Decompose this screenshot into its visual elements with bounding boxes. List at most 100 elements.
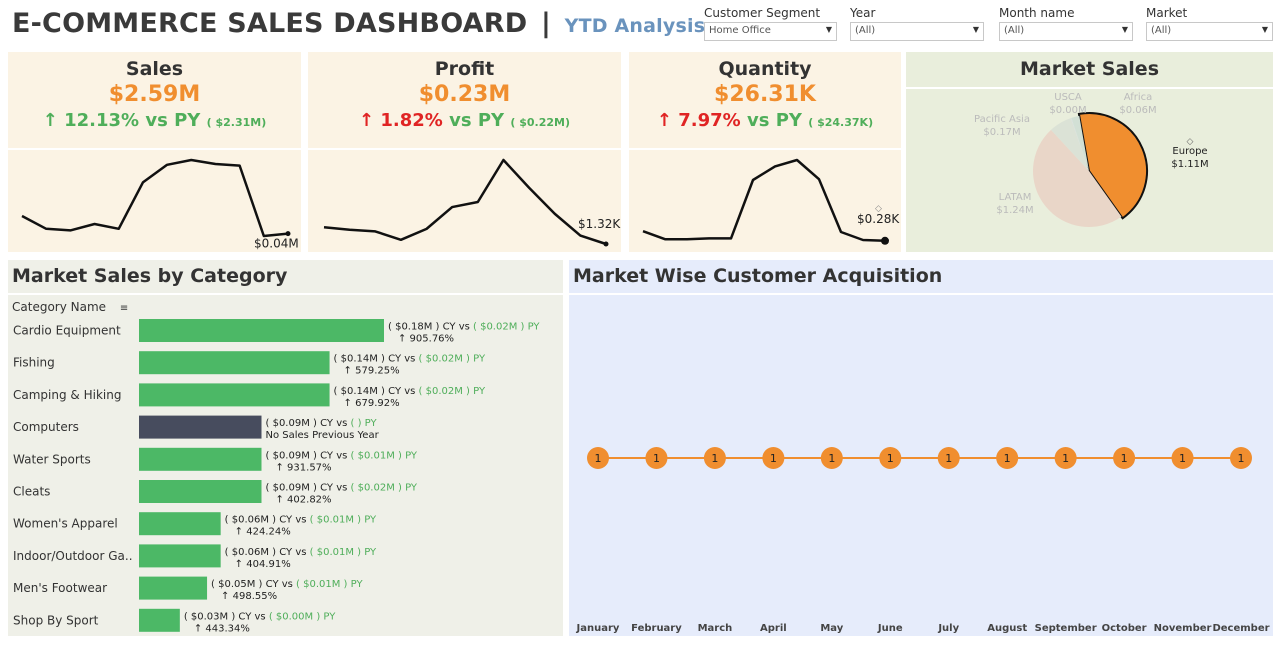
category-bar[interactable]	[139, 480, 262, 503]
category-bar[interactable]	[139, 351, 330, 375]
pie-label: Pacific Asia	[974, 114, 1030, 125]
bar-growth-label: No Sales Previous Year	[266, 430, 380, 441]
category-label: Water Sports	[13, 452, 91, 466]
pie-value-label: $0.00M	[1049, 105, 1086, 116]
bar-growth-label: ↑ 498.55%	[221, 591, 277, 602]
acquisition-panel-title: Market Wise Customer Acquisition	[569, 260, 1273, 295]
kpi-change: ↑ 12.13% vs PY ( $2.31M)	[8, 110, 301, 131]
category-label: Camping & Hiking	[13, 388, 121, 402]
kpi-change: ↑ 1.82% vs PY ( $0.22M)	[308, 110, 621, 131]
kpi-change-pct: 1.82%	[380, 110, 443, 131]
customer-segment-select[interactable]: Home Office ▼	[704, 22, 837, 41]
month-tick-label: April	[760, 623, 787, 634]
chevron-down-icon: ▼	[972, 25, 979, 34]
category-bar[interactable]	[139, 512, 221, 536]
bar-cy-label: ( $0.06M ) CY vs ( $0.01M ) PY	[225, 515, 377, 526]
bar-cy-label: ( $0.05M ) CY vs ( $0.01M ) PY	[211, 579, 363, 590]
trend-end-label: $0.04M	[254, 237, 299, 251]
market-select[interactable]: (All) ▼	[1146, 22, 1273, 41]
bar-growth-label: ↑ 424.24%	[235, 527, 291, 538]
trend-end-label: $1.32K	[578, 217, 621, 231]
acquisition-value-label: 1	[711, 452, 718, 465]
month-tick-label: March	[698, 623, 733, 634]
bar-growth-label: ↑ 931.57%	[276, 462, 332, 473]
bar-cy-label: ( $0.18M ) CY vs ( $0.02M ) PY	[388, 322, 540, 333]
category-label: Computers	[13, 420, 79, 434]
category-bar[interactable]	[139, 576, 208, 600]
month-tick-label: May	[820, 623, 843, 634]
category-label: Women's Apparel	[13, 517, 118, 531]
bar-cy-label: ( $0.06M ) CY vs ( $0.01M ) PY	[225, 547, 377, 558]
kpi-vs: vs PY	[747, 110, 802, 131]
kpi-vs: vs PY	[145, 110, 201, 131]
chevron-down-icon: ▼	[1261, 25, 1268, 34]
acquisition-value-label: 1	[1121, 452, 1128, 465]
bar-growth-label: ↑ 443.34%	[194, 623, 250, 634]
pie-label: USCA	[1054, 92, 1082, 103]
filter-customer-segment[interactable]: Customer Segment Home Office ▼	[704, 6, 837, 41]
market-sales-card: Market Sales Europe $1.11M LATAM $1.24M Paci…	[906, 52, 1273, 252]
profit-trend-chart: $1.32K	[323, 158, 621, 247]
kpi-value: $0.23M	[418, 82, 511, 107]
month-name-select[interactable]: (All) ▼	[999, 22, 1133, 41]
category-label: Fishing	[13, 356, 55, 370]
kpi-quantity-card: Quantity $26.31K ↑ 7.97% vs PY ( $24.37K…	[629, 52, 901, 252]
filter-label: Year	[850, 6, 876, 20]
title-subtitle: YTD Analysis	[564, 15, 706, 37]
acquisition-value-label: 1	[887, 452, 894, 465]
trend-end-label: $0.28K	[857, 212, 900, 226]
month-tick-label: November	[1154, 623, 1212, 634]
category-bar[interactable]	[139, 383, 330, 407]
quantity-trend-chart: ◇$0.28K	[642, 158, 900, 245]
title-text: E-COMMERCE SALES DASHBOARD	[12, 8, 528, 39]
filter-label: Customer Segment	[704, 6, 821, 20]
trend-end-point	[603, 241, 609, 247]
kpi-name: Sales	[125, 58, 184, 80]
title-separator: |	[540, 8, 552, 39]
bar-growth-label: ↑ 905.76%	[398, 334, 454, 345]
category-bar[interactable]	[139, 415, 262, 439]
filter-year[interactable]: Year (All) ▼	[850, 6, 984, 41]
category-sales-panel: Market Sales by Category Category Name ≡…	[8, 260, 563, 636]
market-sales-title: Market Sales	[906, 52, 1273, 89]
category-bar[interactable]	[139, 608, 180, 632]
kpi-value: $26.31K	[714, 82, 816, 107]
trend-line	[21, 158, 289, 238]
month-tick-label: January	[576, 623, 620, 634]
filter-market[interactable]: Market (All) ▼	[1146, 6, 1273, 41]
category-bar[interactable]	[139, 319, 384, 342]
category-label: Men's Footwear	[13, 581, 107, 595]
month-tick-label: September	[1035, 623, 1097, 634]
pie-value-label: $0.17M	[983, 127, 1020, 138]
kpi-prev: ( $0.22M)	[510, 116, 570, 129]
pie-label: Europe	[1172, 146, 1207, 157]
pie-value-label: $1.11M	[1171, 159, 1208, 170]
filter-label: Month name	[999, 6, 1075, 20]
kpi-name: Quantity	[718, 58, 812, 80]
bar-growth-label: ↑ 402.82%	[276, 495, 332, 506]
bar-cy-label: ( $0.09M ) CY vs ( ) PY	[266, 418, 378, 429]
year-select[interactable]: (All) ▼	[850, 22, 984, 41]
pie-label: Africa	[1124, 92, 1153, 103]
diamond-icon: ◇	[1187, 137, 1194, 147]
month-tick-label: July	[937, 623, 959, 634]
filter-month-name[interactable]: Month name (All) ▼	[999, 6, 1133, 41]
arrow-up-icon: ↑	[656, 110, 672, 131]
customer-acquisition-panel: Market Wise Customer Acquisition 1 Januar…	[569, 260, 1273, 636]
kpi-sales-card: Sales $2.59M ↑ 12.13% vs PY ( $2.31M) $0…	[8, 52, 301, 252]
category-label: Cleats	[13, 485, 50, 499]
acquisition-value-label: 1	[945, 452, 952, 465]
category-label: Indoor/Outdoor Ga..	[13, 549, 133, 563]
kpi-vs: vs PY	[449, 110, 505, 131]
kpi-value: $2.59M	[108, 82, 201, 107]
month-tick-label: August	[987, 623, 1027, 634]
bar-growth-label: ↑ 579.25%	[344, 366, 400, 377]
category-bar[interactable]	[139, 544, 221, 568]
acquisition-value-label: 1	[653, 452, 660, 465]
acquisition-value-label: 1	[1062, 452, 1069, 465]
month-tick-label: December	[1212, 623, 1269, 634]
category-bar[interactable]	[139, 447, 262, 471]
acquisition-value-label: 1	[595, 452, 602, 465]
trend-line	[323, 158, 607, 246]
acquisition-line-chart: 1 January 1 February 1 March 1 April 1 May 1 June 1 J…	[576, 447, 1270, 634]
